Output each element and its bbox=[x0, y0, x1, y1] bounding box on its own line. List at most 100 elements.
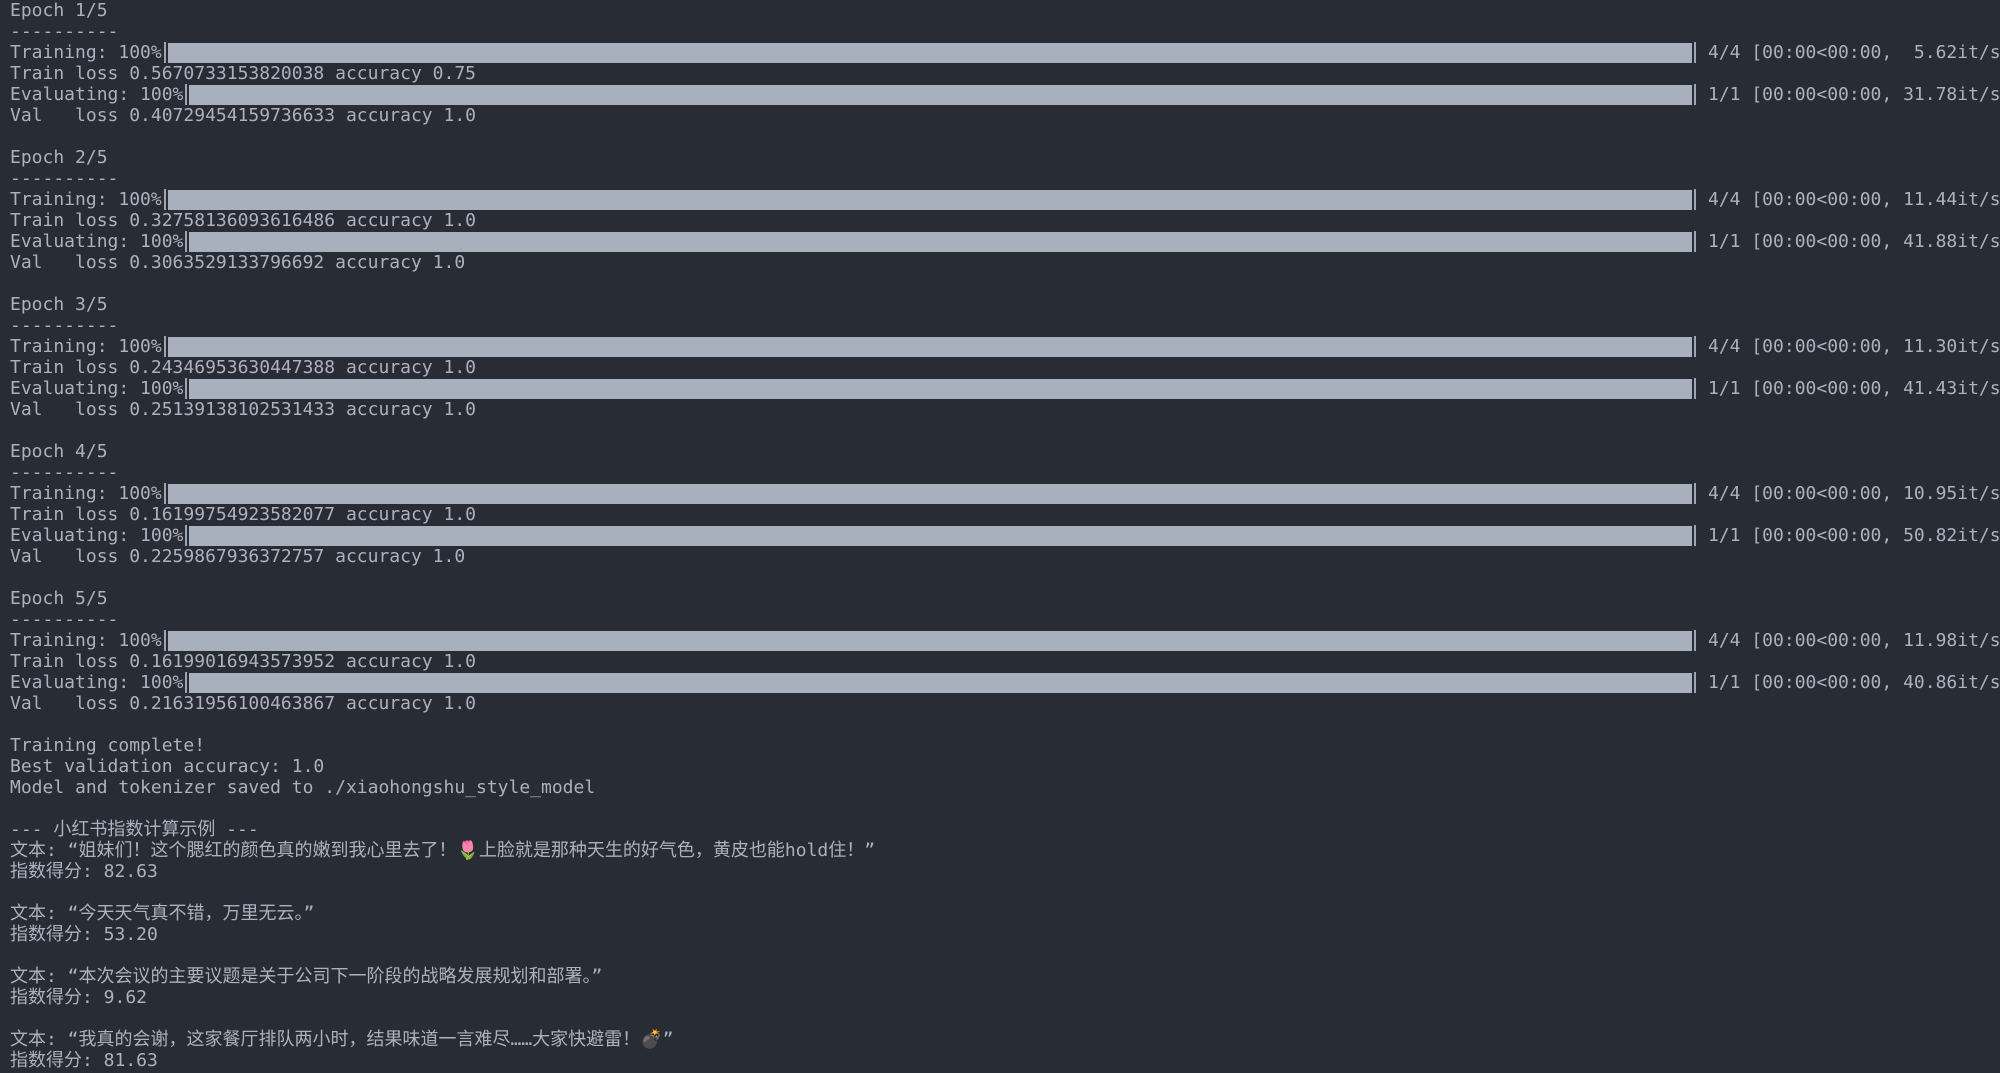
evaluating-progress-bar bbox=[183, 84, 1698, 105]
bar-left-edge bbox=[185, 378, 188, 399]
epoch-block: Epoch 4/5 ---------- Training: 100% 4/4 [00… bbox=[10, 441, 2000, 588]
bar-track bbox=[167, 630, 1692, 651]
epoch-block: Epoch 2/5 ---------- Training: 100% 4/4 [00… bbox=[10, 147, 2000, 294]
bar-track bbox=[189, 525, 1692, 546]
evaluating-progress-bar bbox=[183, 231, 1698, 252]
bar-left-edge bbox=[163, 630, 166, 651]
training-progress-bar bbox=[162, 336, 1698, 357]
bar-fill bbox=[189, 378, 1692, 399]
training-progress-stats: 4/4 [00:00<00:00, 11.44it/s] bbox=[1708, 189, 2000, 210]
val-metrics-line: Val loss 0.21631956100463867 accuracy 1.… bbox=[10, 693, 476, 714]
example-score: 指数得分: 82.63 bbox=[10, 861, 158, 882]
train-metrics-line: Train loss 0.16199016943573952 accuracy … bbox=[10, 651, 476, 672]
bar-right-edge bbox=[1694, 42, 1696, 63]
training-progress-stats: 4/4 [00:00<00:00, 5.62it/s] bbox=[1708, 42, 2000, 63]
bar-right-edge bbox=[1694, 525, 1696, 546]
evaluating-progress-row: Evaluating: 100% 1/1 [00:00<00:00, 41.88i… bbox=[10, 231, 2000, 252]
evaluating-progress-stats: 1/1 [00:00<00:00, 40.86it/s] bbox=[1708, 672, 2000, 693]
evaluating-progress-row: Evaluating: 100% 1/1 [00:00<00:00, 41.43i… bbox=[10, 378, 2000, 399]
val-metrics-line: Val loss 0.2259867936372757 accuracy 1.0 bbox=[10, 546, 466, 567]
training-progress-label: Training: 100% bbox=[10, 483, 162, 504]
bar-right-edge bbox=[1694, 483, 1696, 504]
bar-fill bbox=[189, 84, 1692, 105]
bar-left-edge bbox=[185, 672, 188, 693]
epoch-header: Epoch 4/5 bbox=[10, 441, 108, 462]
val-metrics-line: Val loss 0.25139138102531433 accuracy 1.… bbox=[10, 399, 476, 420]
epoch-header: Epoch 3/5 bbox=[10, 294, 108, 315]
bar-left-edge bbox=[163, 483, 166, 504]
bar-right-edge bbox=[1694, 378, 1696, 399]
example-text: 文本: “姐妹们！这个腮红的颜色真的嫩到我心里去了！🌷上脸就是那种天生的好气色，… bbox=[10, 840, 876, 861]
training-progress-label: Training: 100% bbox=[10, 336, 162, 357]
examples-header: --- 小红书指数计算示例 --- bbox=[10, 819, 259, 840]
example-text: 文本: “我真的会谢，这家餐厅排队两小时，结果味道一言难尽……大家快避雷！💣” bbox=[10, 1029, 674, 1050]
training-progress-row: Training: 100% 4/4 [00:00<00:00, 5.62it/s… bbox=[10, 42, 2000, 63]
evaluating-progress-label: Evaluating: 100% bbox=[10, 84, 184, 105]
training-progress-row: Training: 100% 4/4 [00:00<00:00, 11.98it/… bbox=[10, 630, 2000, 651]
epoch-separator: ---------- bbox=[10, 315, 119, 336]
epoch-separator: ---------- bbox=[10, 168, 119, 189]
evaluating-progress-stats: 1/1 [00:00<00:00, 41.88it/s] bbox=[1708, 231, 2000, 252]
bar-left-edge bbox=[185, 84, 188, 105]
evaluating-progress-label: Evaluating: 100% bbox=[10, 525, 184, 546]
bar-fill bbox=[167, 189, 1692, 210]
training-progress-stats: 4/4 [00:00<00:00, 11.30it/s] bbox=[1708, 336, 2000, 357]
bar-track bbox=[167, 189, 1692, 210]
val-metrics-line: Val loss 0.40729454159736633 accuracy 1.… bbox=[10, 105, 476, 126]
evaluating-progress-label: Evaluating: 100% bbox=[10, 378, 184, 399]
training-progress-bar bbox=[162, 630, 1698, 651]
evaluating-progress-stats: 1/1 [00:00<00:00, 41.43it/s] bbox=[1708, 378, 2000, 399]
evaluating-progress-bar bbox=[183, 378, 1698, 399]
train-metrics-line: Train loss 0.32758136093616486 accuracy … bbox=[10, 210, 476, 231]
val-metrics-line: Val loss 0.3063529133796692 accuracy 1.0 bbox=[10, 252, 466, 273]
training-progress-label: Training: 100% bbox=[10, 42, 162, 63]
evaluating-progress-label: Evaluating: 100% bbox=[10, 231, 184, 252]
epoch-block: Epoch 3/5 ---------- Training: 100% 4/4 [00… bbox=[10, 294, 2000, 441]
bar-track bbox=[189, 672, 1692, 693]
evaluating-progress-stats: 1/1 [00:00<00:00, 31.78it/s] bbox=[1708, 84, 2000, 105]
training-progress-bar bbox=[162, 42, 1698, 63]
bar-fill bbox=[167, 42, 1692, 63]
bar-left-edge bbox=[185, 525, 188, 546]
epoch-separator: ---------- bbox=[10, 462, 119, 483]
model-saved-line: Model and tokenizer saved to ./xiaohongs… bbox=[10, 777, 596, 798]
bar-fill bbox=[167, 630, 1692, 651]
example-score: 指数得分: 53.20 bbox=[10, 924, 158, 945]
epoch-header: Epoch 5/5 bbox=[10, 588, 108, 609]
training-complete-line: Training complete! bbox=[10, 735, 206, 756]
bar-right-edge bbox=[1694, 336, 1696, 357]
bar-right-edge bbox=[1694, 189, 1696, 210]
train-metrics-line: Train loss 0.24346953630447388 accuracy … bbox=[10, 357, 476, 378]
bar-left-edge bbox=[163, 189, 166, 210]
training-progress-row: Training: 100% 4/4 [00:00<00:00, 10.95it/… bbox=[10, 483, 2000, 504]
example-list: 文本: “姐妹们！这个腮红的颜色真的嫩到我心里去了！🌷上脸就是那种天生的好气色，… bbox=[10, 840, 2000, 1071]
bar-track bbox=[189, 378, 1692, 399]
training-progress-row: Training: 100% 4/4 [00:00<00:00, 11.44it/… bbox=[10, 189, 2000, 210]
epoch-block: Epoch 5/5 ---------- Training: 100% 4/4 [00… bbox=[10, 588, 2000, 735]
training-progress-stats: 4/4 [00:00<00:00, 10.95it/s] bbox=[1708, 483, 2000, 504]
bar-track bbox=[167, 42, 1692, 63]
bar-right-edge bbox=[1694, 630, 1696, 651]
training-progress-label: Training: 100% bbox=[10, 630, 162, 651]
training-progress-bar bbox=[162, 189, 1698, 210]
bar-track bbox=[167, 336, 1692, 357]
epoch-list: Epoch 1/5 ---------- Training: 100% 4/4 [00… bbox=[10, 0, 2000, 735]
bar-fill bbox=[189, 231, 1692, 252]
epoch-header: Epoch 1/5 bbox=[10, 0, 108, 21]
example-score: 指数得分: 9.62 bbox=[10, 987, 148, 1008]
evaluating-progress-row: Evaluating: 100% 1/1 [00:00<00:00, 40.86i… bbox=[10, 672, 2000, 693]
evaluating-progress-row: Evaluating: 100% 1/1 [00:00<00:00, 50.82i… bbox=[10, 525, 2000, 546]
bar-fill bbox=[189, 525, 1692, 546]
training-progress-bar bbox=[162, 483, 1698, 504]
bar-track bbox=[189, 84, 1692, 105]
training-progress-row: Training: 100% 4/4 [00:00<00:00, 11.30it/… bbox=[10, 336, 2000, 357]
epoch-header: Epoch 2/5 bbox=[10, 147, 108, 168]
bar-left-edge bbox=[185, 231, 188, 252]
bar-right-edge bbox=[1694, 672, 1696, 693]
evaluating-progress-stats: 1/1 [00:00<00:00, 50.82it/s] bbox=[1708, 525, 2000, 546]
training-progress-stats: 4/4 [00:00<00:00, 11.98it/s] bbox=[1708, 630, 2000, 651]
bar-right-edge bbox=[1694, 231, 1696, 252]
bar-track bbox=[189, 231, 1692, 252]
bar-right-edge bbox=[1694, 84, 1696, 105]
terminal-output[interactable]: Epoch 1/5 ---------- Training: 100% 4/4 [00… bbox=[0, 0, 2000, 1073]
